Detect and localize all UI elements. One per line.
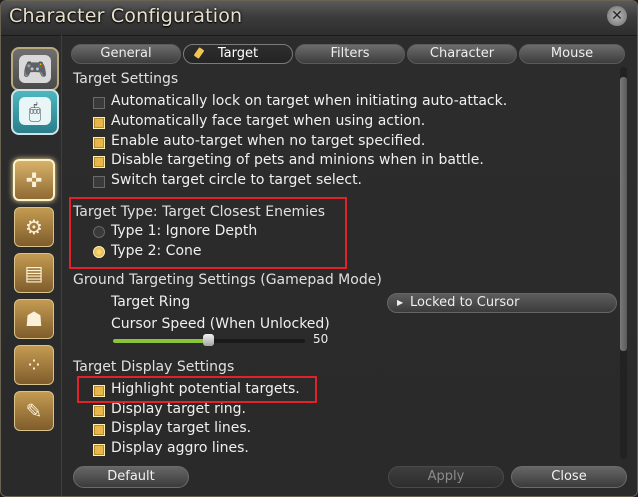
mouse-icon: 🖱 bbox=[29, 99, 41, 123]
dotted-path-icon: ⁘ bbox=[25, 353, 43, 377]
title-bar[interactable]: Character Configuration ✕ bbox=[1, 1, 637, 36]
tab-filters[interactable]: Filters bbox=[295, 44, 405, 64]
mouse-mode-tab[interactable]: 🖱 bbox=[11, 89, 59, 135]
slider-handle[interactable] bbox=[203, 334, 214, 346]
tab-target-label: Target bbox=[217, 46, 259, 61]
target-ring-label: Target Ring bbox=[111, 294, 191, 310]
cursor-speed-value: 50 bbox=[313, 332, 329, 346]
sidebar-item-items[interactable]: ⚙ bbox=[14, 207, 54, 247]
gears-bag-icon: ⚙ bbox=[25, 215, 43, 239]
slider-fill bbox=[113, 339, 209, 343]
checkbox-auto-target[interactable] bbox=[93, 137, 105, 149]
tab-character[interactable]: Character bbox=[407, 44, 517, 64]
option-label[interactable]: Switch target circle to target select. bbox=[111, 172, 362, 188]
config-window: Character Configuration ✕ 🎮 🖱 ✜ ⚙ ▤ ☗ ⁘ … bbox=[0, 0, 638, 497]
settings-panel: Target Settings Automatically lock on ta… bbox=[63, 67, 623, 457]
target-ring-dropdown[interactable]: ▶ Locked to Cursor bbox=[387, 293, 617, 313]
option-label[interactable]: Automatically face target when using act… bbox=[111, 113, 425, 129]
crossed-arrows-icon: ✜ bbox=[25, 168, 43, 192]
section-heading-target-settings: Target Settings bbox=[73, 71, 179, 87]
option-label[interactable]: Enable auto-target when no target specif… bbox=[111, 133, 425, 149]
highlight-box-target-type bbox=[69, 197, 347, 269]
pencil-icon bbox=[193, 47, 205, 59]
sidebar-divider bbox=[61, 35, 62, 496]
checkbox-auto-face[interactable] bbox=[93, 117, 105, 129]
character-icon: ☗ bbox=[25, 307, 43, 331]
checkbox-display-target-lines[interactable] bbox=[93, 424, 105, 436]
option-label[interactable]: Automatically lock on target when initia… bbox=[111, 93, 507, 109]
cursor-speed-slider[interactable] bbox=[113, 334, 305, 346]
apply-button[interactable]: Apply bbox=[388, 466, 504, 488]
sidebar-item-character[interactable]: ☗ bbox=[14, 299, 54, 339]
section-heading-target-display: Target Display Settings bbox=[73, 359, 235, 375]
tab-mouse[interactable]: Mouse bbox=[519, 44, 625, 64]
highlight-box-highlight-targets bbox=[77, 376, 317, 403]
scrollbar[interactable] bbox=[620, 67, 627, 459]
option-label[interactable]: Display target lines. bbox=[111, 420, 251, 436]
default-button[interactable]: Default bbox=[73, 466, 189, 488]
option-label[interactable]: Disable targeting of pets and minions wh… bbox=[111, 152, 484, 168]
sidebar: 🎮 🖱 ✜ ⚙ ▤ ☗ ⁘ ✎ bbox=[1, 35, 61, 496]
gamepad-icon: 🎮 bbox=[22, 57, 48, 81]
sidebar-item-hud[interactable]: ▤ bbox=[14, 253, 54, 293]
option-label[interactable]: Display aggro lines. bbox=[111, 440, 249, 456]
close-button[interactable]: Close bbox=[511, 466, 627, 488]
sidebar-item-path[interactable]: ⁘ bbox=[14, 345, 54, 385]
footer-bar: Default Apply Close bbox=[63, 459, 633, 493]
tab-bar: General Target Filters Character Mouse bbox=[71, 44, 627, 64]
sidebar-item-chat[interactable]: ✎ bbox=[14, 391, 54, 431]
window-title: Character Configuration bbox=[9, 5, 243, 27]
cursor-speed-label: Cursor Speed (When Unlocked) bbox=[111, 316, 330, 332]
checkbox-switch-target-circle[interactable] bbox=[93, 176, 105, 188]
tab-general[interactable]: General bbox=[71, 44, 181, 64]
gamepad-mode-tab[interactable]: 🎮 bbox=[11, 47, 59, 91]
triangle-right-icon: ▶ bbox=[397, 298, 404, 307]
id-card-icon: ▤ bbox=[24, 261, 44, 285]
checkbox-disable-pet-targeting[interactable] bbox=[93, 156, 105, 168]
close-icon[interactable]: ✕ bbox=[607, 6, 627, 26]
option-label[interactable]: Display target ring. bbox=[111, 401, 246, 417]
target-ring-value: Locked to Cursor bbox=[410, 295, 520, 310]
checkbox-auto-lock[interactable] bbox=[93, 97, 105, 109]
section-heading-ground-targeting: Ground Targeting Settings (Gamepad Mode) bbox=[73, 272, 382, 288]
checkbox-display-target-ring[interactable] bbox=[93, 405, 105, 417]
scrollbar-thumb[interactable] bbox=[620, 77, 627, 351]
sidebar-item-target[interactable]: ✜ bbox=[13, 159, 55, 201]
checkbox-display-aggro-lines[interactable] bbox=[93, 444, 105, 456]
tab-target[interactable]: Target bbox=[183, 44, 293, 64]
chat-bubble-icon: ✎ bbox=[25, 399, 43, 423]
